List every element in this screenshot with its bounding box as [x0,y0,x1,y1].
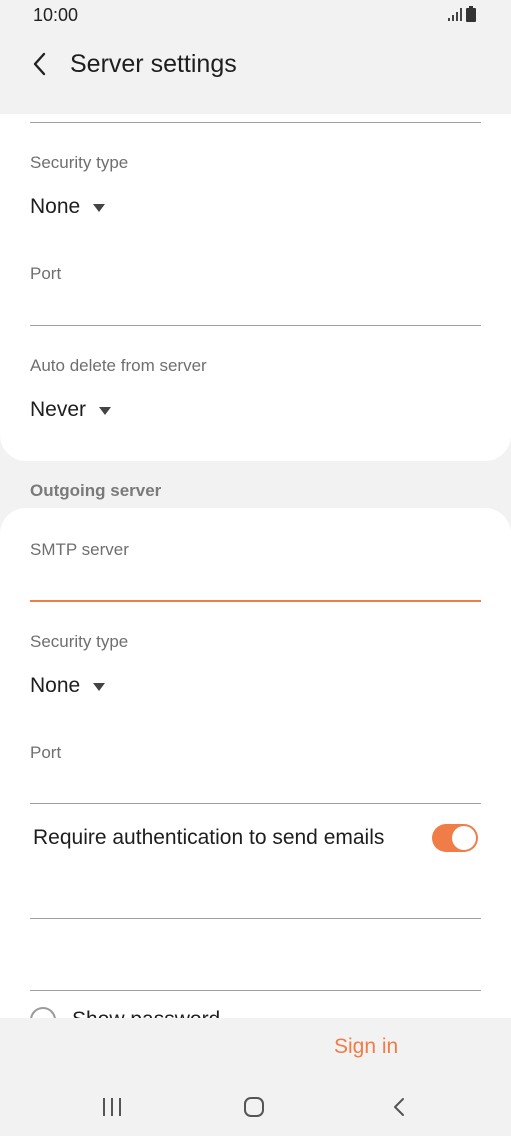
divider [30,122,481,123]
outgoing-security-type-dropdown[interactable]: None [30,674,106,698]
outgoing-security-type-value: None [30,674,81,697]
password-input[interactable] [30,940,481,990]
incoming-security-type-label: Security type [30,153,129,172]
app-bar: Server settings [0,32,511,114]
require-auth-label: Require authentication to send emails [33,826,385,849]
incoming-port-input[interactable] [30,289,481,325]
outgoing-security-type-label: Security type [30,632,129,651]
auto-delete-value: Never [30,398,87,421]
auto-delete-dropdown[interactable]: Never [30,398,112,422]
incoming-security-type-dropdown[interactable]: None [30,195,106,219]
outgoing-port-underline [30,803,481,804]
page-title: Server settings [70,50,237,78]
username-input[interactable] [30,868,481,918]
smtp-server-label: SMTP server [30,540,129,559]
password-underline [30,990,481,991]
back-arrow-icon[interactable] [22,46,58,82]
caret-down-icon [93,683,106,691]
home-icon[interactable] [243,1096,265,1118]
bottom-action-bar: Sign in [0,1018,511,1078]
outgoing-server-header: Outgoing server [30,481,162,500]
sign-in-button[interactable]: Sign in [334,1035,398,1059]
caret-down-icon [93,204,106,212]
battery-icon [466,6,476,22]
require-auth-toggle[interactable] [432,824,478,852]
outgoing-port-input[interactable] [30,767,481,803]
incoming-security-type-value: None [30,195,81,218]
status-time: 10:00 [33,5,79,25]
toggle-knob [452,826,476,850]
auto-delete-label: Auto delete from server [30,356,207,375]
recents-icon[interactable] [101,1096,123,1118]
incoming-port-label: Port [30,264,62,283]
navigation-bar [0,1078,511,1136]
incoming-server-card: Security type None Port Auto delete from… [0,114,511,461]
username-underline [30,918,481,919]
status-bar: 10:00 [0,0,511,32]
smtp-server-input[interactable] [30,564,481,600]
smtp-server-underline [30,600,481,602]
incoming-port-underline [30,325,481,326]
show-password-label: Show password [72,1008,220,1018]
outgoing-server-card: SMTP server Security type None Port Requ… [0,508,511,1018]
show-password-checkbox[interactable] [30,1007,56,1018]
outgoing-port-label: Port [30,743,62,762]
nav-back-icon[interactable] [388,1095,410,1119]
signal-icon [448,8,462,21]
caret-down-icon [99,407,112,415]
